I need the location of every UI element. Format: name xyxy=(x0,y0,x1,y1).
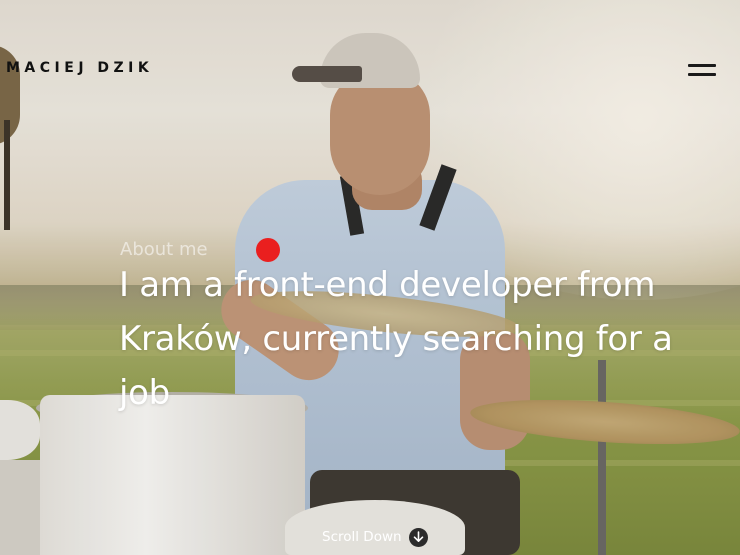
hamburger-menu-icon[interactable] xyxy=(686,60,718,80)
site-logo[interactable]: MACIEJ DZIK xyxy=(6,60,153,76)
menu-line xyxy=(688,64,716,67)
scroll-down-label: Scroll Down xyxy=(322,529,402,545)
section-label: About me xyxy=(120,239,208,260)
scroll-down-button[interactable]: Scroll Down xyxy=(322,526,428,548)
menu-line xyxy=(688,73,716,76)
arrow-down-circle-icon xyxy=(408,527,428,547)
hero-headline: I am a front-end developer from Kraków, … xyxy=(119,265,673,413)
